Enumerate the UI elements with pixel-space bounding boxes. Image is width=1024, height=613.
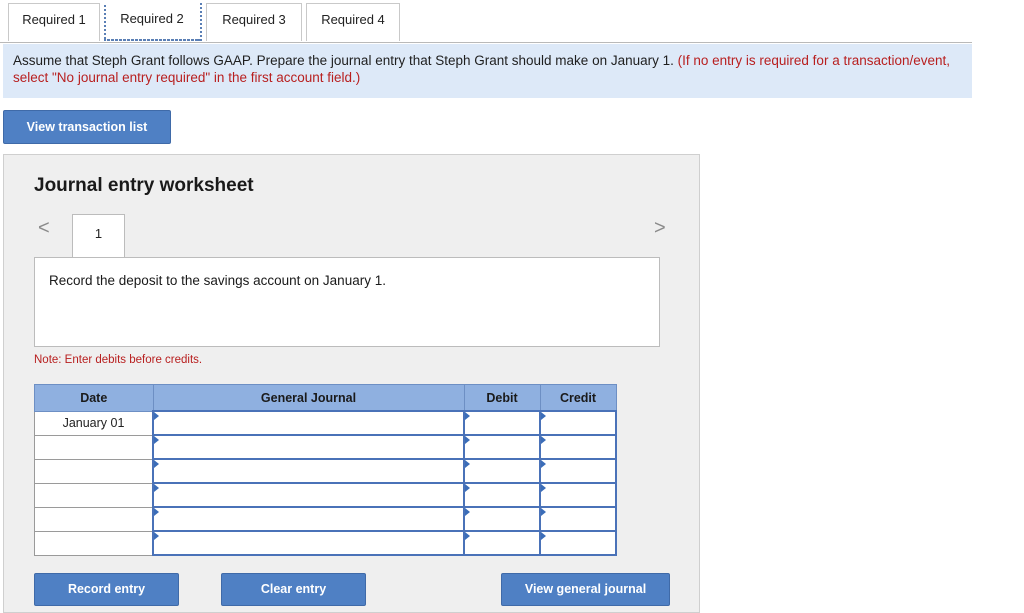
tab-divider	[104, 5, 106, 39]
table-row	[34, 530, 617, 556]
credit-field[interactable]	[539, 458, 617, 484]
instructions-text: Assume that Steph Grant follows GAAP. Pr…	[13, 53, 678, 68]
table-header-row: Date General Journal Debit Credit	[34, 384, 617, 412]
column-header-debit: Debit	[463, 384, 541, 412]
credit-field[interactable]	[539, 506, 617, 532]
table-row	[34, 458, 617, 484]
debits-credits-note: Note: Enter debits before credits.	[34, 354, 203, 366]
transaction-description: Record the deposit to the savings accoun…	[34, 257, 660, 347]
credit-field[interactable]	[539, 482, 617, 508]
journal-entry-worksheet: Journal entry worksheet < 1 > Record the…	[3, 154, 700, 613]
account-field[interactable]	[152, 530, 465, 556]
account-field[interactable]	[152, 410, 465, 436]
column-header-credit: Credit	[539, 384, 617, 412]
credit-field[interactable]	[539, 434, 617, 460]
debit-field[interactable]	[463, 458, 541, 484]
tab-required-2[interactable]: Required 2	[104, 3, 202, 41]
journal-table: Date General Journal Debit Credit Januar…	[34, 384, 617, 556]
debit-field[interactable]	[463, 482, 541, 508]
credit-field[interactable]	[539, 410, 617, 436]
tab-bar: Required 1 Required 2 Required 3 Require…	[0, 0, 972, 43]
debit-field[interactable]	[463, 434, 541, 460]
clear-entry-button[interactable]: Clear entry	[221, 573, 366, 606]
date-cell[interactable]	[34, 482, 154, 508]
table-row	[34, 482, 617, 508]
chevron-right-icon[interactable]: >	[654, 217, 666, 240]
instructions-box: Assume that Steph Grant follows GAAP. Pr…	[3, 44, 972, 98]
column-header-date: Date	[34, 384, 154, 412]
account-field[interactable]	[152, 458, 465, 484]
tab-selected-indicator	[104, 39, 200, 41]
account-field[interactable]	[152, 506, 465, 532]
chevron-left-icon[interactable]: <	[38, 217, 50, 240]
entry-page-tab-1[interactable]: 1	[72, 214, 125, 258]
debit-field[interactable]	[463, 506, 541, 532]
date-cell[interactable]	[34, 458, 154, 484]
tab-required-1[interactable]: Required 1	[8, 3, 100, 41]
account-field[interactable]	[152, 434, 465, 460]
view-general-journal-button[interactable]: View general journal	[501, 573, 670, 606]
date-cell[interactable]	[34, 506, 154, 532]
record-entry-button[interactable]: Record entry	[34, 573, 179, 606]
table-row	[34, 434, 617, 460]
date-cell[interactable]	[34, 530, 154, 556]
table-row: January 01	[34, 410, 617, 436]
date-cell[interactable]: January 01	[34, 410, 154, 436]
worksheet-title: Journal entry worksheet	[34, 175, 254, 196]
table-row	[34, 506, 617, 532]
debit-field[interactable]	[463, 410, 541, 436]
tab-required-2-label: Required 2	[120, 11, 184, 26]
view-transaction-list-button[interactable]: View transaction list	[3, 110, 171, 144]
credit-field[interactable]	[539, 530, 617, 556]
tab-required-3[interactable]: Required 3	[206, 3, 302, 41]
account-field[interactable]	[152, 482, 465, 508]
date-cell[interactable]	[34, 434, 154, 460]
tab-required-4[interactable]: Required 4	[306, 3, 400, 41]
debit-field[interactable]	[463, 530, 541, 556]
column-header-general-journal: General Journal	[152, 384, 465, 412]
